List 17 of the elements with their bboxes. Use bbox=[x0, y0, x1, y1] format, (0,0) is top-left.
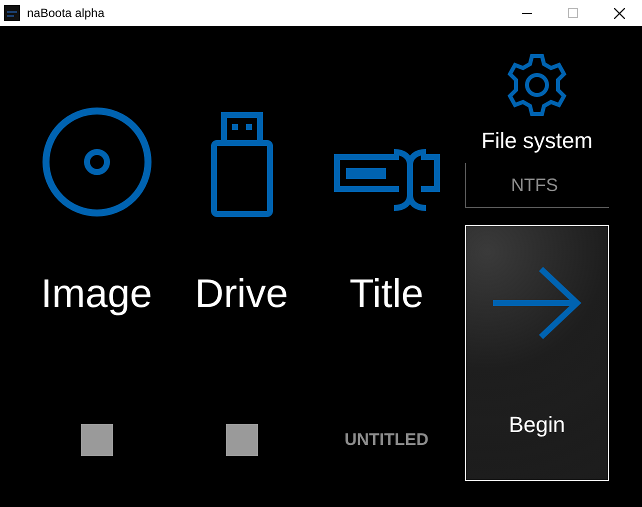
file-system-label: File system bbox=[481, 127, 593, 155]
begin-button[interactable]: Begin bbox=[465, 225, 609, 481]
close-icon bbox=[614, 8, 624, 18]
maximize-icon bbox=[568, 8, 578, 18]
arrow-right-icon bbox=[491, 266, 583, 340]
window-title: naBoota alpha bbox=[27, 5, 104, 22]
minimize-icon bbox=[522, 12, 532, 14]
square-button[interactable] bbox=[80, 424, 112, 456]
column-label: Image bbox=[40, 271, 152, 318]
app-icon bbox=[4, 5, 20, 21]
usb-drive-icon bbox=[210, 112, 274, 218]
column-label: Title bbox=[349, 271, 424, 318]
file-system-dropdown[interactable]: NTFS bbox=[465, 163, 609, 208]
square-button[interactable] bbox=[226, 424, 258, 456]
disc-icon bbox=[40, 106, 152, 218]
title-value: UNTITLED bbox=[344, 429, 429, 452]
column-label: Drive bbox=[194, 271, 288, 318]
